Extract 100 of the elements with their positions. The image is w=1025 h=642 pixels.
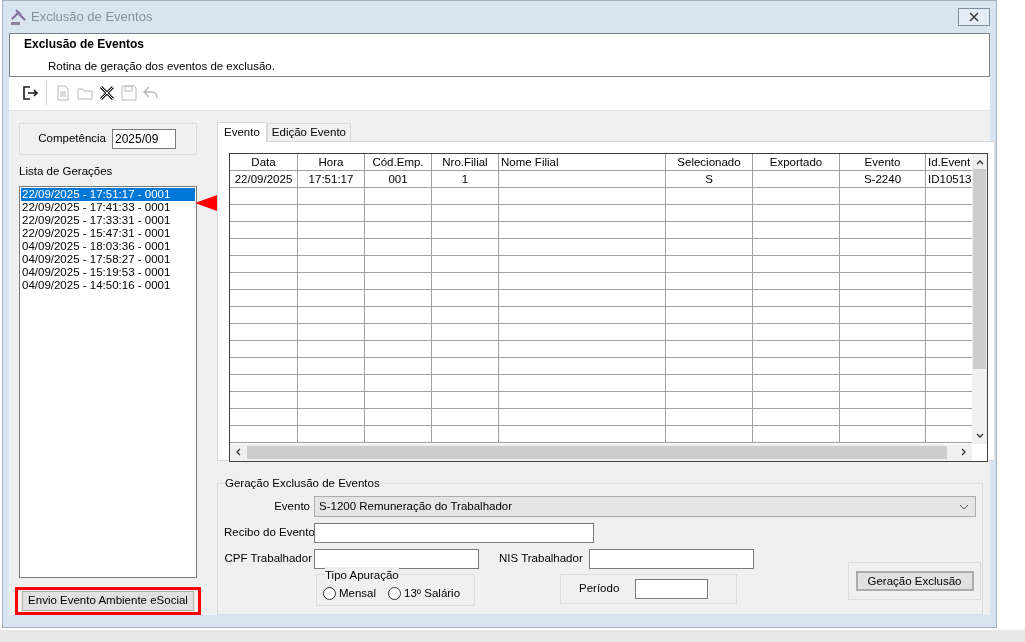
empty-cell <box>230 306 298 324</box>
scrollbar-thumb[interactable] <box>247 445 947 459</box>
cpf-field[interactable] <box>314 548 479 569</box>
column-header[interactable]: Selecionado <box>666 153 753 171</box>
radio-button[interactable] <box>323 586 336 600</box>
empty-cell <box>432 306 499 324</box>
empty-cell <box>230 289 298 307</box>
close-button[interactable] <box>958 7 990 26</box>
table-cell: 22/09/2025 <box>230 170 298 188</box>
column-header[interactable]: Nro.Filial <box>432 153 499 171</box>
radio-label[interactable]: 13º Salário <box>404 584 461 602</box>
column-header[interactable]: Nome Filial <box>499 153 666 171</box>
column-header[interactable]: Cód.Emp. <box>365 153 432 171</box>
empty-cell <box>432 408 499 426</box>
empty-cell <box>298 323 365 341</box>
table-cell: 001 <box>365 170 432 188</box>
tab[interactable]: Evento <box>217 121 267 142</box>
periodo-field[interactable] <box>635 578 709 599</box>
empty-cell <box>432 374 499 392</box>
window-title: Exclusão de Eventos <box>31 8 153 27</box>
empty-cell <box>230 425 298 443</box>
empty-cell <box>298 204 365 222</box>
exit-icon[interactable] <box>21 84 39 103</box>
competencia-field[interactable]: 2025/09 <box>112 128 176 149</box>
empty-cell <box>298 289 365 307</box>
empty-cell <box>298 340 365 358</box>
generations-list[interactable] <box>19 186 197 579</box>
empty-cell <box>298 391 365 409</box>
table-cell: S <box>666 170 753 188</box>
empty-cell <box>365 272 432 290</box>
empty-cell <box>298 255 365 273</box>
empty-cell <box>298 306 365 324</box>
empty-cell <box>298 357 365 375</box>
recibo-field[interactable] <box>314 522 594 543</box>
close-icon[interactable] <box>98 84 116 103</box>
list-item[interactable]: 04/09/2025 - 14:50:16 - 0001 <box>21 279 195 293</box>
empty-cell <box>298 221 365 239</box>
empty-cell <box>432 340 499 358</box>
send-button[interactable]: Envio Evento Ambiente eSocial <box>22 591 194 612</box>
table-cell: 17:51:17 <box>298 170 365 188</box>
empty-cell <box>298 425 365 443</box>
empty-cell <box>298 187 365 205</box>
tab[interactable]: Edição Evento <box>266 122 351 141</box>
empty-cell <box>230 340 298 358</box>
generate-button[interactable]: Geração Exclusão <box>855 570 974 591</box>
empty-cell <box>432 221 499 239</box>
horizontal-scrollbar[interactable] <box>230 443 972 461</box>
empty-cell <box>230 238 298 256</box>
vertical-scrollbar[interactable] <box>972 153 987 444</box>
list-item[interactable]: 22/09/2025 - 17:51:17 - 0001 <box>21 188 195 202</box>
empty-cell <box>432 323 499 341</box>
list-item[interactable]: 04/09/2025 - 18:03:36 - 0001 <box>21 240 195 254</box>
evento-dropdown[interactable]: S-1200 Remuneração do Trabalhador <box>314 496 976 518</box>
radio-button[interactable] <box>388 586 402 600</box>
empty-cell <box>365 289 432 307</box>
empty-cell <box>365 255 432 273</box>
empty-cell <box>365 306 432 324</box>
list-item[interactable]: 22/09/2025 - 17:41:33 - 0001 <box>21 201 195 215</box>
empty-cell <box>230 374 298 392</box>
list-item[interactable]: 22/09/2025 - 17:33:31 - 0001 <box>21 214 195 228</box>
radio-label[interactable]: Mensal <box>339 584 377 602</box>
header-subtitle: Rotina de geração dos eventos de exclusão. <box>48 58 276 74</box>
dropdown-caret-icon <box>959 503 969 510</box>
empty-cell <box>432 238 499 256</box>
empty-cell <box>365 408 432 426</box>
column-header[interactable]: Evento <box>840 153 926 171</box>
nis-field[interactable] <box>588 548 754 569</box>
pointer-triangle-icon <box>195 194 217 211</box>
list-item[interactable]: 22/09/2025 - 15:47:31 - 0001 <box>21 227 195 241</box>
empty-cell <box>432 357 499 375</box>
column-header[interactable]: Exportado <box>753 153 840 171</box>
empty-cell <box>365 221 432 239</box>
empty-cell <box>365 340 432 358</box>
empty-cell <box>230 204 298 222</box>
empty-cell <box>298 374 365 392</box>
empty-cell <box>365 374 432 392</box>
column-header[interactable]: Hora <box>298 153 365 171</box>
field-label: Evento <box>273 499 311 515</box>
empty-cell <box>432 204 499 222</box>
empty-cell <box>432 255 499 273</box>
list-item[interactable]: 04/09/2025 - 17:58:27 - 0001 <box>21 253 195 267</box>
field-label: NIS Trabalhador <box>499 551 583 567</box>
table-cell: S-2240 <box>840 170 926 188</box>
empty-cell <box>365 357 432 375</box>
list-item[interactable]: 04/09/2025 - 15:19:53 - 0001 <box>21 266 195 280</box>
empty-cell <box>365 323 432 341</box>
field-label: Período <box>579 581 620 597</box>
header-title: Exclusão de Eventos <box>24 35 146 53</box>
empty-cell <box>365 204 432 222</box>
empty-cell <box>230 187 298 205</box>
scrollbar-thumb[interactable] <box>973 168 986 369</box>
table-cell: 1 <box>432 170 499 188</box>
field-label: CPF Trabalhador <box>224 551 313 567</box>
empty-cell <box>365 425 432 443</box>
empty-cell <box>230 255 298 273</box>
empty-cell <box>432 391 499 409</box>
empty-cell <box>230 323 298 341</box>
empty-cell <box>432 187 499 205</box>
empty-cell <box>230 221 298 239</box>
column-header[interactable]: Data <box>230 153 298 171</box>
